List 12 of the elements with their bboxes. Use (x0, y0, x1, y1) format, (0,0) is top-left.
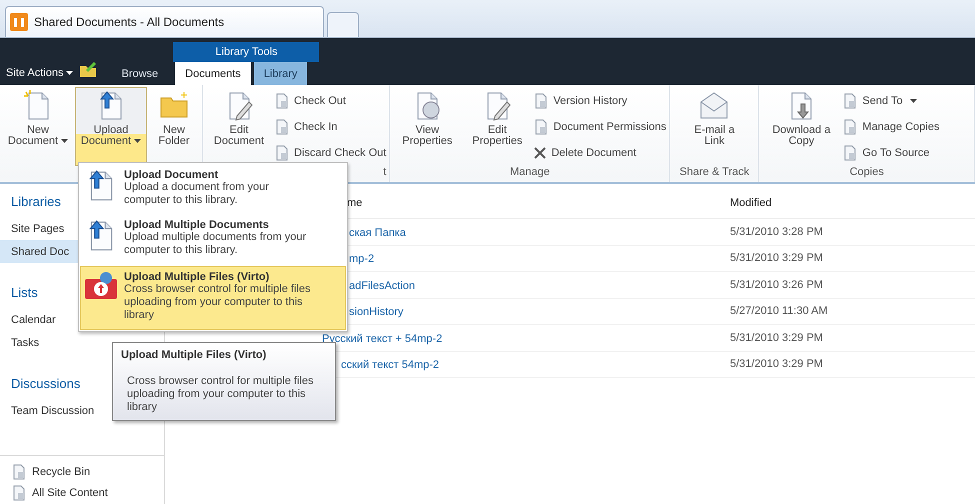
tooltip: Upload Multiple Files (Virto) Cross browser control for multiple files uploading from your computer to this library (112, 342, 336, 421)
table-cell-text: 5/27/2010 11:30 AM (729, 305, 829, 318)
group-label: Share & Track (680, 166, 750, 178)
context-tab-group: Library Tools (173, 42, 320, 62)
table-cell-text: 5/31/2010 3:29 PM (729, 332, 824, 344)
table-cell-text: 5/31/2010 3:28 PM (729, 226, 824, 238)
table-cell-text: 5/31/2010 3:29 PM (729, 358, 824, 370)
table-cell-text: 5/31/2010 3:26 PM (729, 278, 824, 291)
group-label: Manage (510, 166, 550, 178)
table-cell-text: 5/31/2010 3:29 PM (729, 252, 824, 264)
group-label: Copies (850, 166, 884, 178)
group-label: t (383, 166, 386, 178)
